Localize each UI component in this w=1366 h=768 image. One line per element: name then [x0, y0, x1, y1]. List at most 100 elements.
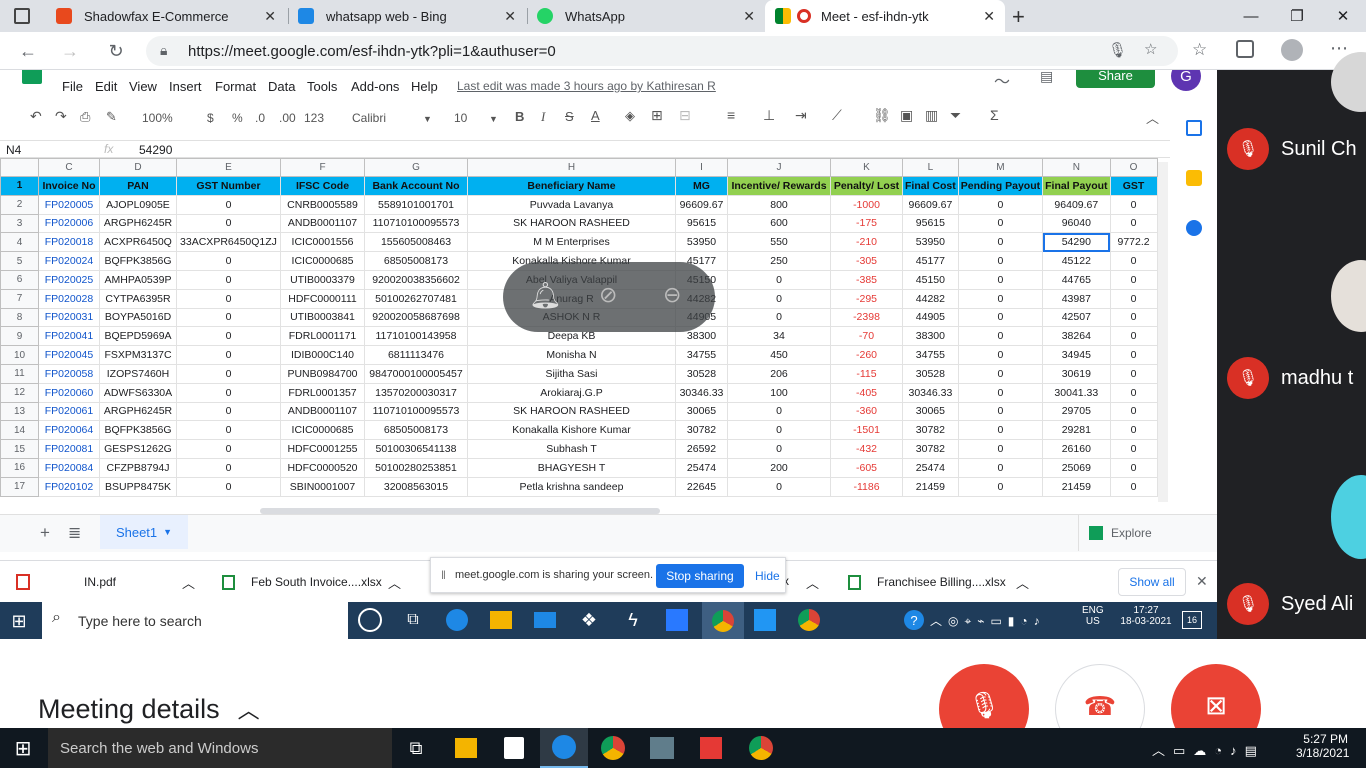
- download-item[interactable]: IN.pdf ︿: [16, 561, 206, 603]
- table-cell[interactable]: FP020045: [38, 345, 100, 365]
- table-cell[interactable]: 42507: [1042, 307, 1111, 328]
- app-icon[interactable]: [650, 737, 674, 759]
- outlook-icon[interactable]: [754, 609, 776, 631]
- table-cell[interactable]: SBIN0001007: [280, 476, 365, 497]
- menu-edit[interactable]: Edit: [95, 79, 117, 94]
- table-cell[interactable]: 0: [176, 363, 281, 384]
- table-cell[interactable]: 30782: [675, 420, 728, 441]
- table-cell[interactable]: 0: [176, 213, 281, 234]
- italic-icon[interactable]: I: [541, 109, 545, 125]
- share-button[interactable]: Share: [1076, 70, 1155, 88]
- zoom-select[interactable]: 100%: [142, 111, 173, 125]
- table-cell[interactable]: FP020028: [38, 288, 100, 309]
- table-cell[interactable]: 34: [727, 326, 831, 347]
- table-cell[interactable]: FP020081: [38, 439, 100, 459]
- table-cell[interactable]: HDFC0001255: [280, 439, 365, 459]
- help-icon[interactable]: ?: [904, 610, 924, 630]
- decrease-decimal[interactable]: .0: [255, 111, 265, 125]
- table-cell[interactable]: 0: [176, 194, 281, 215]
- column-header[interactable]: GST: [1109, 176, 1158, 196]
- comment-icon[interactable]: ▣: [900, 107, 913, 124]
- table-cell[interactable]: 155605008463: [364, 232, 468, 253]
- acrobat-icon[interactable]: [700, 737, 722, 759]
- keep-icon[interactable]: [1186, 170, 1202, 186]
- rotate-icon[interactable]: ⟋: [832, 107, 842, 124]
- row-number[interactable]: 10: [0, 345, 39, 365]
- column-letter[interactable]: O: [1109, 158, 1158, 177]
- table-cell[interactable]: FSXPM3137C: [99, 345, 177, 365]
- column-letter[interactable]: F: [280, 158, 365, 177]
- table-cell[interactable]: 600: [727, 213, 831, 234]
- column-header[interactable]: Penalty/ Lost: [830, 176, 903, 196]
- table-cell[interactable]: 38300: [902, 326, 959, 347]
- table-cell[interactable]: BQFPK3856G: [99, 251, 177, 271]
- table-cell[interactable]: FP020024: [38, 251, 100, 271]
- table-cell[interactable]: -2398: [830, 307, 903, 328]
- table-cell[interactable]: IZOPS7460H: [99, 363, 177, 384]
- tab-sheet1[interactable]: Sheet1 ▼: [100, 515, 188, 549]
- table-cell[interactable]: FP020041: [38, 326, 100, 347]
- table-cell[interactable]: 34945: [1042, 345, 1111, 365]
- meeting-details-button[interactable]: Meeting details ︿: [38, 693, 260, 725]
- table-cell[interactable]: 0: [727, 420, 831, 441]
- row-number[interactable]: 7: [0, 288, 39, 309]
- table-cell[interactable]: Konakalla Kishore Kumar: [467, 420, 676, 441]
- table-cell[interactable]: 50100306541138: [364, 439, 468, 459]
- chrome-icon[interactable]: [601, 736, 625, 760]
- table-cell[interactable]: 30346.33: [902, 382, 959, 403]
- table-cell[interactable]: FP020025: [38, 269, 100, 290]
- table-cell[interactable]: -210: [830, 232, 903, 253]
- menu-help[interactable]: Help: [411, 79, 438, 94]
- row-number[interactable]: 4: [0, 232, 39, 253]
- collapse-icon[interactable]: ︿: [1146, 108, 1159, 127]
- table-cell[interactable]: 0: [1109, 363, 1158, 384]
- table-cell[interactable]: 0: [727, 439, 831, 459]
- table-cell[interactable]: 0: [957, 288, 1044, 309]
- table-cell[interactable]: 550: [727, 232, 831, 253]
- font-select[interactable]: Calibri: [352, 111, 386, 125]
- minimize-icon[interactable]: —: [1228, 0, 1274, 32]
- table-cell[interactable]: -605: [830, 457, 903, 478]
- taskbar-search-box[interactable]: ⌕ Type here to search: [42, 602, 348, 639]
- table-cell[interactable]: 0: [1109, 401, 1158, 422]
- table-cell[interactable]: 0: [1109, 251, 1158, 271]
- table-cell[interactable]: 0: [727, 307, 831, 328]
- dropbox-icon[interactable]: ❖: [578, 609, 600, 631]
- table-cell[interactable]: ADWFS6330A: [99, 382, 177, 403]
- table-cell[interactable]: FDRL0001357: [280, 382, 365, 403]
- participant-tile[interactable]: 🎙︎ Syed Ali: [1227, 583, 1353, 625]
- app-bolt-icon[interactable]: ϟ: [622, 609, 644, 631]
- merge-icon[interactable]: ⊟: [679, 107, 691, 124]
- row-number[interactable]: 14: [0, 420, 39, 441]
- remove-icon[interactable]: ⊖: [663, 282, 681, 308]
- table-cell[interactable]: 0: [1109, 269, 1158, 290]
- close-icon[interactable]: ✕: [1196, 573, 1208, 590]
- table-cell[interactable]: 50100262707481: [364, 288, 468, 309]
- table-cell[interactable]: 30041.33: [1042, 382, 1111, 403]
- table-cell[interactable]: 0: [1109, 420, 1158, 441]
- table-cell[interactable]: 0: [176, 382, 281, 403]
- table-cell[interactable]: 110710100095573: [364, 213, 468, 234]
- table-cell[interactable]: UTIB0003841: [280, 307, 365, 328]
- table-cell[interactable]: IDIB000C140: [280, 345, 365, 365]
- table-cell[interactable]: 0: [1109, 439, 1158, 459]
- table-cell[interactable]: 0: [176, 326, 281, 347]
- table-cell[interactable]: Sijitha Sasi: [467, 363, 676, 384]
- table-cell[interactable]: 0: [957, 382, 1044, 403]
- table-cell[interactable]: CFZPB8794J: [99, 457, 177, 478]
- url-field[interactable]: 🔒︎ https://meet.google.com/esf-ihdn-ytk?…: [146, 36, 1178, 66]
- table-cell[interactable]: 0: [957, 363, 1044, 384]
- text-color-icon[interactable]: A: [591, 108, 600, 123]
- table-cell[interactable]: 30346.33: [675, 382, 728, 403]
- table-cell[interactable]: 0: [957, 457, 1044, 478]
- column-letter[interactable]: E: [176, 158, 281, 177]
- menu-file[interactable]: File: [62, 79, 83, 94]
- table-cell[interactable]: 0: [176, 269, 281, 290]
- table-cell[interactable]: Petla krishna sandeep: [467, 476, 676, 497]
- row-number[interactable]: 6: [0, 269, 39, 290]
- table-cell[interactable]: 206: [727, 363, 831, 384]
- menu-tools[interactable]: Tools: [307, 79, 337, 94]
- table-cell[interactable]: 96609.67: [902, 194, 959, 215]
- windows-start-icon[interactable]: ⊞: [12, 737, 34, 760]
- mic-off-icon[interactable]: ⊘: [599, 282, 617, 308]
